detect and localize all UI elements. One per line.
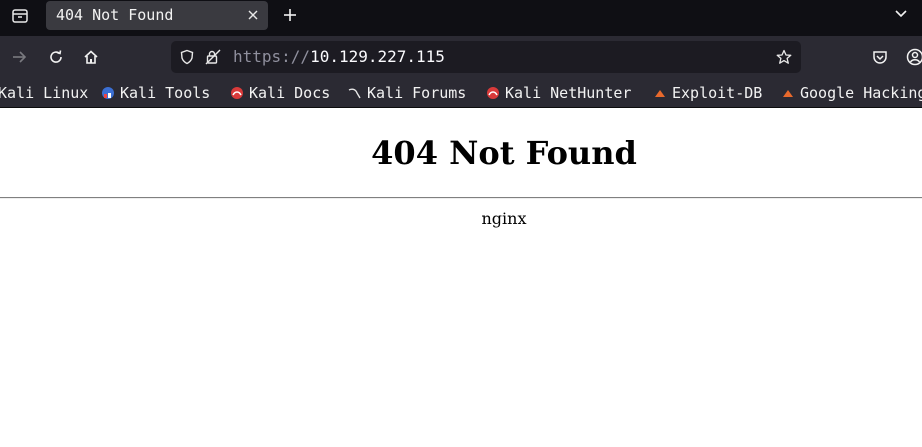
bookmark-kali-tools[interactable]: Kali Tools [100, 83, 210, 103]
kali-tools-icon [100, 85, 116, 101]
home-button[interactable] [78, 44, 104, 70]
tab-title: 404 Not Found [56, 6, 174, 24]
url-bar[interactable]: https://10.129.227.115 [171, 41, 801, 73]
bookmark-label: Kali Tools [120, 84, 211, 102]
exploit-db-icon [652, 85, 668, 101]
new-tab-button[interactable] [278, 3, 302, 27]
bookmark-kali-nethunter[interactable]: Kali NetHunter [485, 83, 631, 103]
kali-nethunter-icon [485, 85, 501, 101]
tracking-protection-shield-icon[interactable] [179, 49, 195, 65]
firefox-view-button[interactable] [6, 4, 34, 28]
close-icon [248, 10, 258, 20]
home-icon [84, 50, 98, 64]
tab-active[interactable]: 404 Not Found [46, 1, 268, 30]
list-all-tabs-button[interactable] [890, 3, 912, 25]
account-icon [906, 48, 922, 66]
tab-close-button[interactable] [244, 6, 262, 24]
forward-button[interactable] [6, 44, 32, 70]
firefox-view-icon [12, 9, 28, 23]
plus-icon [284, 9, 296, 21]
url-text[interactable]: https://10.129.227.115 [233, 47, 445, 67]
bookmark-star-icon[interactable] [776, 49, 792, 65]
page-heading: 404 Not Found [371, 134, 637, 172]
bookmark-exploit-db[interactable]: Exploit-DB [652, 83, 762, 103]
arrow-right-icon [13, 51, 27, 63]
kali-forums-icon [347, 85, 363, 101]
bookmark-google-hacking-db[interactable]: Google Hacking DB [780, 83, 922, 103]
navigation-toolbar: https://10.129.227.115 [0, 36, 922, 78]
ghdb-icon [780, 85, 796, 101]
bookmark-label: Kali Docs [249, 84, 331, 102]
reload-icon [50, 50, 62, 63]
bookmark-label: Kali Forums [367, 84, 467, 102]
url-host: 10.129.227.115 [310, 47, 445, 66]
horizontal-rule [0, 197, 922, 199]
bookmark-kali-forums[interactable]: Kali Forums [347, 83, 466, 103]
server-signature: nginx [481, 209, 527, 228]
account-button[interactable] [902, 44, 922, 70]
page-content: 404 Not Found nginx [0, 109, 922, 447]
pocket-icon [873, 51, 887, 64]
bookmark-label: Google Hacking DB [800, 84, 922, 102]
kali-docs-icon [229, 85, 245, 101]
bookmark-label: Kali Linux [0, 84, 89, 102]
bookmark-label: Exploit-DB [672, 84, 763, 102]
url-scheme: https:// [233, 47, 311, 66]
bookmark-label: Kali NetHunter [505, 84, 632, 102]
bookmark-kali-linux[interactable]: Kali Linux [0, 83, 88, 103]
bookmark-kali-docs[interactable]: Kali Docs [229, 83, 330, 103]
bookmarks-toolbar: Kali Linux Kali Tools Kali Docs Kali For… [0, 78, 922, 108]
insecure-lock-icon[interactable] [205, 49, 221, 65]
pocket-button[interactable] [867, 44, 893, 70]
reload-button[interactable] [43, 44, 69, 70]
tab-bar: 404 Not Found [0, 0, 922, 36]
chevron-down-icon [895, 10, 907, 18]
